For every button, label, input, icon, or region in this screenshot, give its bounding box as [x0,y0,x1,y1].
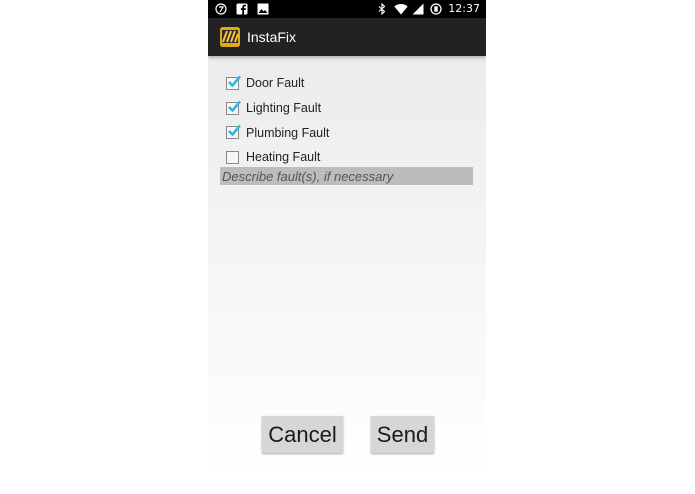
fault-option-plumbing[interactable]: Plumbing Fault [226,120,329,145]
phone-screen: 12:37 InstaFix Door Fault Lighting Fault [208,0,486,474]
cancel-button[interactable]: Cancel [262,416,343,453]
heating-fault-label: Heating Fault [246,150,321,165]
send-button[interactable]: Send [371,416,434,453]
image-icon [257,3,269,15]
signal-icon [412,3,424,15]
notification-icon [215,3,227,15]
fault-option-lighting[interactable]: Lighting Fault [226,96,329,121]
status-time: 12:37 [448,2,480,15]
fault-checklist: Door Fault Lighting Fault Plumbing Fault… [226,71,329,170]
facebook-icon [236,3,248,15]
heating-fault-checkbox[interactable] [226,150,239,164]
door-fault-label: Door Fault [246,76,305,91]
action-bar: InstaFix [208,18,486,56]
door-fault-checkbox[interactable] [226,75,241,90]
wifi-icon [394,3,408,15]
status-left-icons [215,3,269,15]
fault-option-door[interactable]: Door Fault [226,71,329,96]
lighting-fault-checkbox[interactable] [226,100,241,115]
plumbing-fault-checkbox[interactable] [226,124,241,140]
plumbing-fault-label: Plumbing Fault [246,125,330,140]
battery-icon [430,3,442,15]
app-title: InstaFix [247,29,297,45]
status-bar: 12:37 [208,0,486,18]
fault-description-input[interactable] [220,167,473,185]
bluetooth-icon [376,2,388,16]
lighting-fault-label: Lighting Fault [246,101,322,116]
status-right-icons: 12:37 [376,2,480,16]
app-logo-icon[interactable] [220,27,240,47]
